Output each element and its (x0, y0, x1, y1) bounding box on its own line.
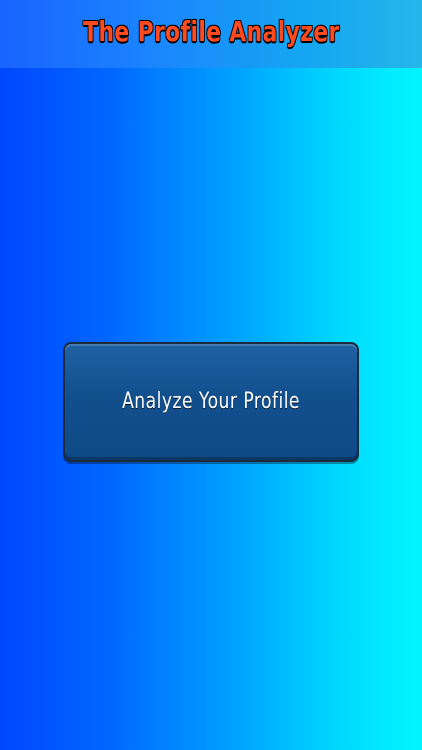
app-title: The Profile Analyzer (82, 15, 340, 48)
main-content: Analyze Your Profile (0, 68, 422, 750)
analyze-profile-button[interactable]: Analyze Your Profile (63, 342, 359, 462)
header-bar: The Profile Analyzer (0, 0, 422, 68)
analyze-profile-button-label: Analyze Your Profile (122, 389, 300, 414)
